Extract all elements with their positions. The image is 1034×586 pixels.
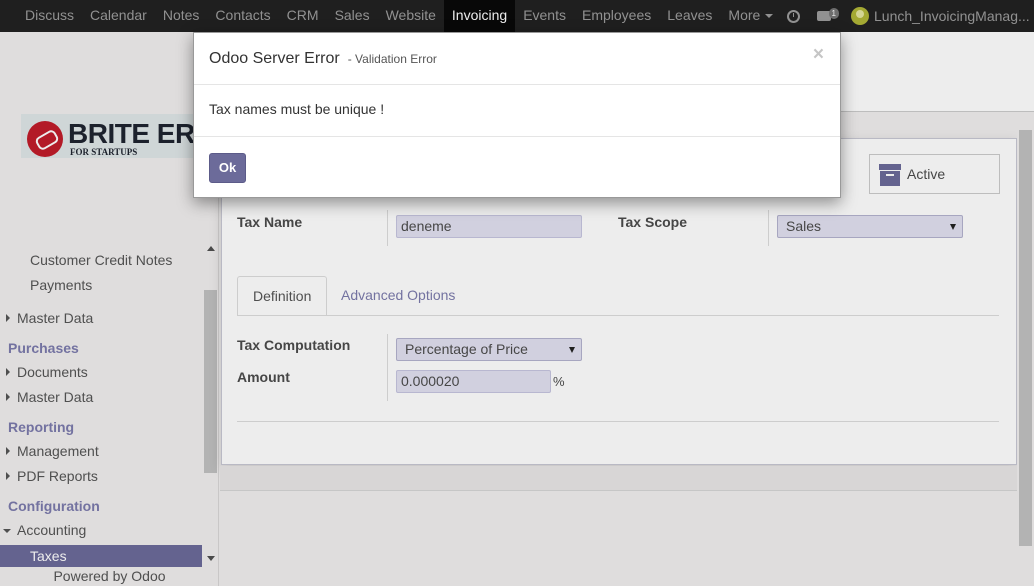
dialog-subtitle: - Validation Error (347, 52, 437, 66)
ok-button[interactable]: Ok (209, 153, 246, 183)
dialog-title-text: Odoo Server Error (209, 50, 340, 67)
dialog-message: Tax names must be unique ! (209, 101, 385, 117)
server-error-dialog: Odoo Server Error - Validation Error × Ta… (193, 32, 841, 198)
dialog-footer: Ok (194, 136, 840, 197)
dialog-header: Odoo Server Error - Validation Error × (194, 33, 840, 85)
close-icon[interactable]: × (813, 45, 824, 64)
dialog-title: Odoo Server Error - Validation Error (209, 50, 437, 68)
